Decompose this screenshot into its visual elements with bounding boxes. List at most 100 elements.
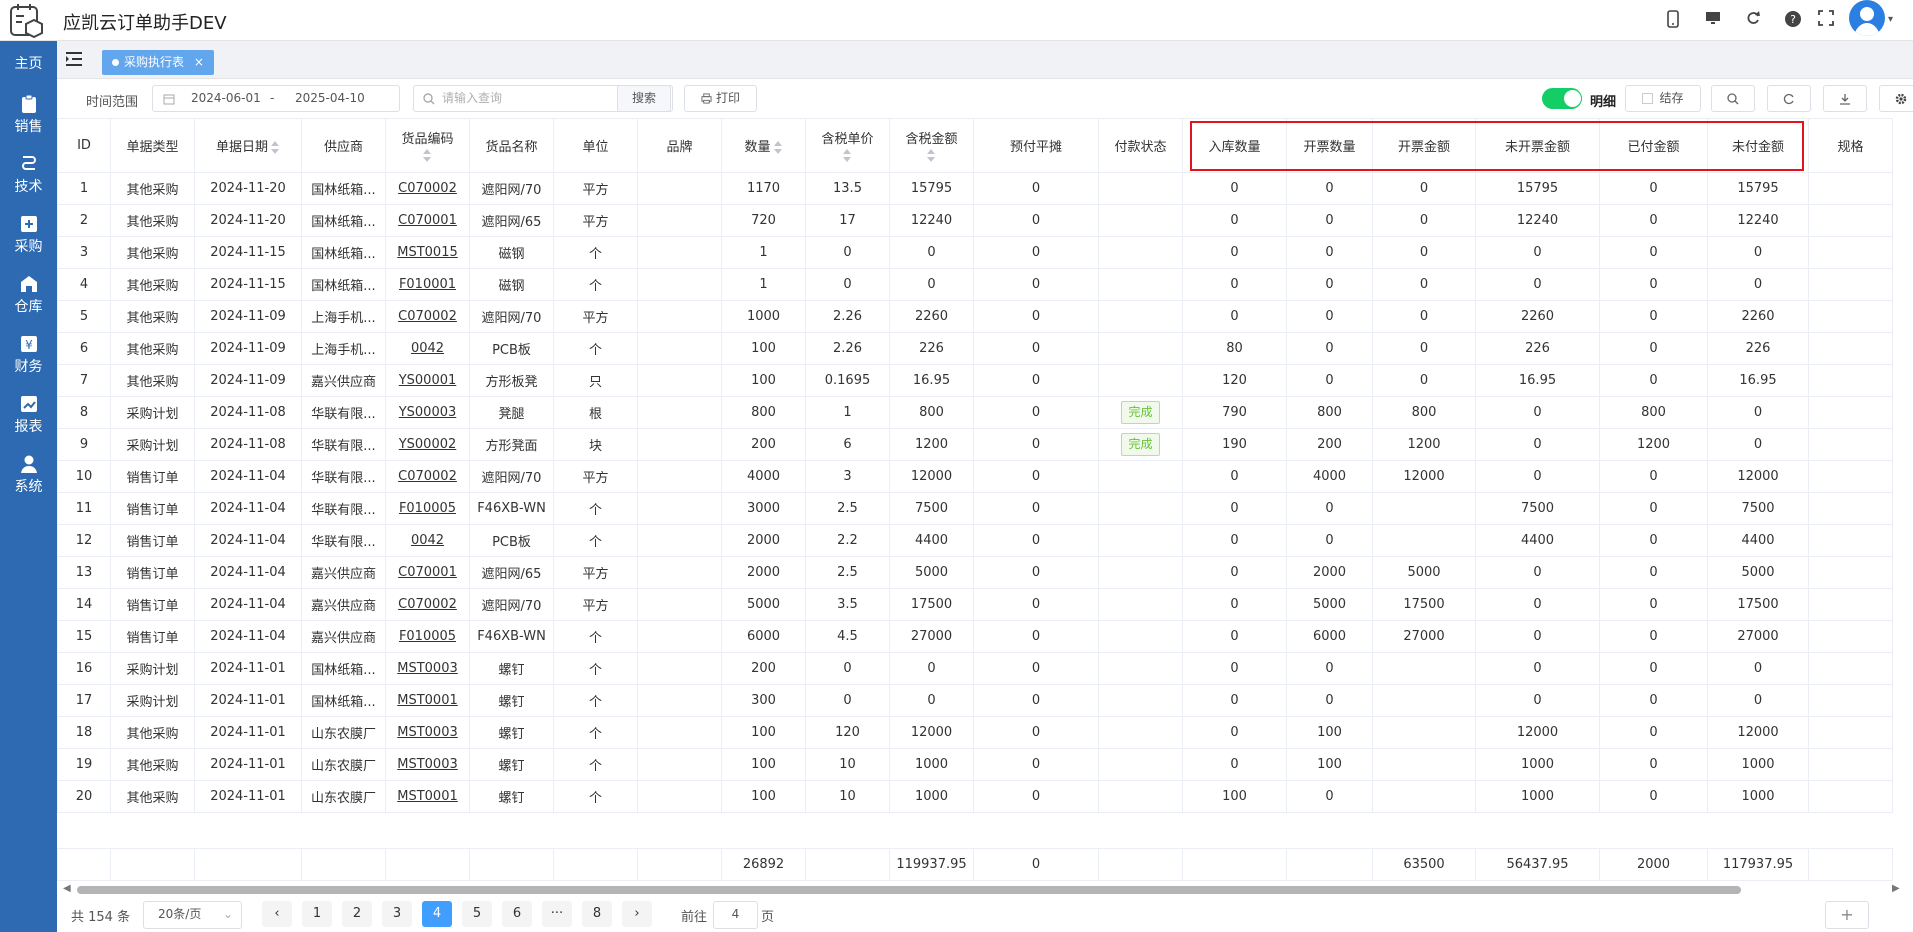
table-row[interactable]: 1 其他采购 2024-11-20 国林纸箱... C070002 遮阳网/70 平方 117… bbox=[57, 172, 1893, 205]
table-row[interactable]: 5 其他采购 2024-11-09 上海手机... C070002 遮阳网/70 平方 100… bbox=[57, 300, 1893, 333]
mobile-icon[interactable] bbox=[1663, 10, 1683, 30]
page-button[interactable]: 4 bbox=[422, 901, 452, 927]
fullscreen-icon[interactable] bbox=[1816, 10, 1836, 30]
tab-purchase-execution[interactable]: 采购执行表 × bbox=[102, 50, 214, 75]
detail-toggle[interactable] bbox=[1542, 88, 1582, 109]
cell-item-code[interactable]: C070002 bbox=[385, 172, 470, 205]
cell-item-code[interactable]: MST0003 bbox=[385, 716, 470, 749]
cell-item-code[interactable]: 0042 bbox=[385, 332, 470, 365]
table-row[interactable]: 12 销售订单 2024-11-04 华联有限... 0042 PCB板个 2000 2.2 4… bbox=[57, 524, 1893, 557]
yen-icon: ¥ bbox=[20, 336, 37, 352]
page-button[interactable]: 3 bbox=[382, 901, 412, 927]
page-button[interactable]: 1 bbox=[302, 901, 332, 927]
sort-icon[interactable] bbox=[423, 149, 432, 163]
horizontal-scrollbar[interactable]: ◀ ▶ bbox=[57, 883, 1913, 897]
sidebar-item-tech[interactable]: 技术 bbox=[0, 154, 57, 196]
monitor-icon[interactable] bbox=[1703, 10, 1723, 30]
column-header-item-code[interactable]: 货品编码 bbox=[385, 118, 470, 173]
table-row[interactable]: 19 其他采购 2024-11-01 山东农膜厂 MST0003 螺钉个 100 10 1000… bbox=[57, 748, 1893, 781]
summary-amount: 119937.95 bbox=[889, 848, 974, 881]
cell-item-code[interactable]: F010001 bbox=[385, 268, 470, 301]
page-ellipsis[interactable]: ··· bbox=[542, 901, 572, 927]
scroll-right-icon[interactable]: ▶ bbox=[1892, 883, 1900, 894]
cell-item-code[interactable]: C070002 bbox=[385, 588, 470, 621]
export-button[interactable] bbox=[1823, 85, 1867, 112]
cell-item-code[interactable]: C070001 bbox=[385, 204, 470, 237]
sidebar-item-sales[interactable]: 销售 bbox=[0, 94, 57, 136]
settle-checkbox[interactable]: 结存 bbox=[1625, 85, 1701, 112]
cell-uninvoiced-amount: 4400 bbox=[1475, 524, 1600, 557]
cell-item-code[interactable]: MST0001 bbox=[385, 684, 470, 717]
cell-supplier: 华联有限... bbox=[301, 460, 386, 493]
column-header-quantity[interactable]: 数量 bbox=[721, 118, 806, 173]
date-start[interactable]: 2024-06-01 bbox=[191, 86, 261, 111]
table-row[interactable]: 4 其他采购 2024-11-15 国林纸箱... F010001 磁钢个 1 0 0 0 0 0 0 0… bbox=[57, 268, 1893, 301]
page-button[interactable]: 8 bbox=[582, 901, 612, 927]
sidebar-item-home[interactable]: 主页 bbox=[0, 53, 57, 73]
scroll-left-icon[interactable]: ◀ bbox=[63, 883, 71, 894]
table-row[interactable]: 11 销售订单 2024-11-04 华联有限... F010005 F46XB-WN 个 3… bbox=[57, 492, 1893, 525]
table-row[interactable]: 17 采购计划 2024-11-01 国林纸箱... MST0001 螺钉个 300 0 0 0 0… bbox=[57, 684, 1893, 717]
chevron-down-icon[interactable]: ▾ bbox=[1888, 14, 1893, 25]
goto-page-input[interactable]: 4 bbox=[713, 901, 758, 929]
help-icon[interactable]: ? bbox=[1783, 10, 1803, 30]
refresh-icon[interactable] bbox=[1743, 10, 1763, 30]
reload-button[interactable] bbox=[1767, 85, 1811, 112]
search-button[interactable]: 搜索 bbox=[617, 85, 671, 112]
table-row[interactable]: 3 其他采购 2024-11-15 国林纸箱... MST0015 磁钢个 1 0 0 0 0 0 0 0… bbox=[57, 236, 1893, 269]
sort-icon[interactable] bbox=[843, 149, 852, 163]
close-icon[interactable]: × bbox=[194, 55, 204, 69]
column-settings-button[interactable] bbox=[1879, 85, 1913, 112]
avatar[interactable] bbox=[1849, 0, 1885, 36]
search-toggle-button[interactable] bbox=[1711, 85, 1755, 112]
date-end[interactable]: 2025-04-10 bbox=[295, 86, 365, 111]
column-header-amount[interactable]: 含税金额 bbox=[889, 118, 974, 173]
page-button[interactable]: 5 bbox=[462, 901, 492, 927]
cell-item-code[interactable]: MST0003 bbox=[385, 748, 470, 781]
table-row[interactable]: 9 采购计划 2024-11-08 华联有限... YS00002 方形凳面块 200 6 12… bbox=[57, 428, 1893, 461]
cell-item-code[interactable]: F010005 bbox=[385, 620, 470, 653]
cell-item-code[interactable]: YS00003 bbox=[385, 396, 470, 429]
table-row[interactable]: 6 其他采购 2024-11-09 上海手机... 0042 PCB板个 100 2.26 22… bbox=[57, 332, 1893, 365]
table-row[interactable]: 10 销售订单 2024-11-04 华联有限... C070002 遮阳网/70 平方 40… bbox=[57, 460, 1893, 493]
sort-icon[interactable] bbox=[271, 140, 280, 155]
cell-item-code[interactable]: MST0003 bbox=[385, 652, 470, 685]
cell-item-code[interactable]: C070002 bbox=[385, 300, 470, 333]
sidebar-item-warehouse[interactable]: 仓库 bbox=[0, 274, 57, 316]
cell-item-code[interactable]: F010005 bbox=[385, 492, 470, 525]
page-button[interactable]: 6 bbox=[502, 901, 532, 927]
cell-item-code[interactable]: MST0015 bbox=[385, 236, 470, 269]
cell-item-code[interactable]: MST0001 bbox=[385, 780, 470, 813]
date-range-picker[interactable]: 2024-06-01 - 2025-04-10 bbox=[152, 85, 400, 112]
sidebar-item-purchase[interactable]: 采购 bbox=[0, 214, 57, 256]
prev-page-icon[interactable]: ‹ bbox=[262, 901, 292, 927]
menu-collapse-icon[interactable] bbox=[65, 51, 83, 67]
table-row[interactable]: 8 采购计划 2024-11-08 华联有限... YS00003 凳腿根 800 1 800 0… bbox=[57, 396, 1893, 429]
sidebar-item-reports[interactable]: 报表 bbox=[0, 394, 57, 436]
table-row[interactable]: 2 其他采购 2024-11-20 国林纸箱... C070001 遮阳网/65 平方 720… bbox=[57, 204, 1893, 237]
table-row[interactable]: 15 销售订单 2024-11-04 嘉兴供应商 F010005 F46XB-WN 个 600… bbox=[57, 620, 1893, 653]
sort-icon[interactable] bbox=[773, 140, 783, 155]
add-button[interactable]: + bbox=[1825, 901, 1869, 929]
table-row[interactable]: 14 销售订单 2024-11-04 嘉兴供应商 C070002 遮阳网/70 平方 5000… bbox=[57, 588, 1893, 621]
column-header-unit-price[interactable]: 含税单价 bbox=[805, 118, 890, 173]
cell-item-code[interactable]: YS00001 bbox=[385, 364, 470, 397]
table-row[interactable]: 16 采购计划 2024-11-01 国林纸箱... MST0003 螺钉个 200 0 0 0 0… bbox=[57, 652, 1893, 685]
column-header-doc-date[interactable]: 单据日期 bbox=[194, 118, 302, 173]
table-row[interactable]: 7 其他采购 2024-11-09 嘉兴供应商 YS00001 方形板凳只 100 0.169… bbox=[57, 364, 1893, 397]
table-row[interactable]: 13 销售订单 2024-11-04 嘉兴供应商 C070001 遮阳网/65 平方 2000… bbox=[57, 556, 1893, 589]
sidebar-item-finance[interactable]: ¥ 财务 bbox=[0, 334, 57, 376]
print-button[interactable]: 打印 bbox=[684, 85, 757, 112]
cell-item-code[interactable]: C070001 bbox=[385, 556, 470, 589]
table-row[interactable]: 18 其他采购 2024-11-01 山东农膜厂 MST0003 螺钉个 100 120 120… bbox=[57, 716, 1893, 749]
cell-item-code[interactable]: YS00002 bbox=[385, 428, 470, 461]
page-size-select[interactable]: 20条/页 ⌄ bbox=[143, 901, 242, 929]
page-button[interactable]: 2 bbox=[342, 901, 372, 927]
sidebar-item-system[interactable]: 系统 bbox=[0, 454, 57, 496]
cell-item-code[interactable]: C070002 bbox=[385, 460, 470, 493]
next-page-icon[interactable]: › bbox=[622, 901, 652, 927]
sort-icon[interactable] bbox=[927, 149, 936, 163]
scrollbar-thumb[interactable] bbox=[77, 886, 1741, 894]
table-row[interactable]: 20 其他采购 2024-11-01 山东农膜厂 MST0001 螺钉个 100 10 1000… bbox=[57, 780, 1893, 813]
cell-item-code[interactable]: 0042 bbox=[385, 524, 470, 557]
